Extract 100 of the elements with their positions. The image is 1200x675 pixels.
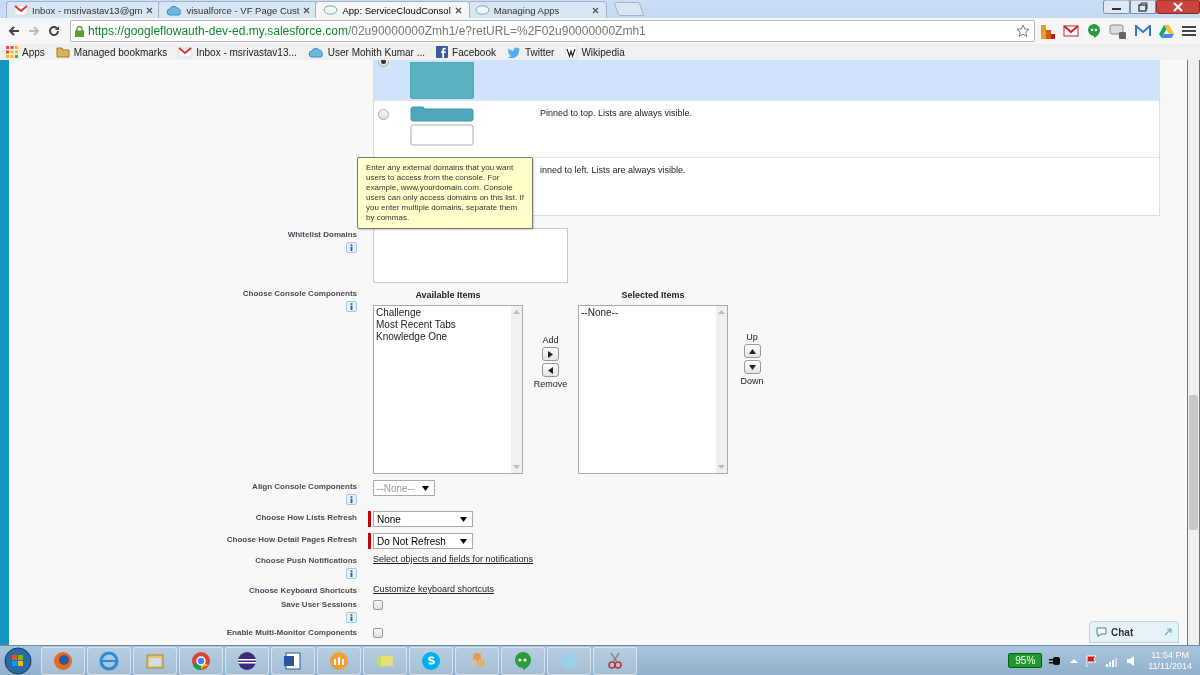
reload-icon[interactable] (48, 25, 60, 37)
chat-bubble-icon (1096, 627, 1107, 637)
field-label: Choose How Lists Refresh (255, 513, 357, 522)
down-triangle-icon (748, 364, 756, 370)
document-icon (282, 649, 304, 672)
eclipse-icon (236, 649, 258, 672)
available-items-list[interactable]: Challenge Most Recent Tabs Knowledge One (373, 305, 523, 474)
list-option[interactable]: Most Recent Tabs (376, 319, 509, 331)
left-triangle-icon (548, 366, 553, 374)
expand-arrow-icon[interactable] (1164, 628, 1172, 636)
flag-icon[interactable] (1085, 653, 1100, 668)
move-up-button[interactable] (743, 344, 761, 358)
info-icon[interactable] (346, 612, 357, 623)
device-icon[interactable] (1109, 23, 1127, 39)
add-arrow-button[interactable] (542, 347, 559, 361)
field-label: Choose Console Components (242, 289, 357, 298)
right-triangle-icon (548, 350, 553, 358)
field-label: Choose Push Notifications (255, 556, 357, 565)
triangle-icon[interactable] (1159, 24, 1174, 38)
field-label: Align Console Components (252, 482, 357, 491)
up-triangle-icon (748, 348, 756, 354)
start-button[interactable] (4, 646, 32, 675)
bookmark-link[interactable]: Inbox - msrivastav13... (178, 46, 297, 58)
cloud-icon (166, 4, 183, 16)
speech-bubble-icon (323, 4, 339, 16)
settings-link[interactable]: Customize keyboard shortcuts (373, 584, 495, 594)
settings-link[interactable]: Select objects and fields for notifications (373, 554, 534, 564)
cloud-icon (307, 46, 324, 58)
close-icon[interactable] (1156, 0, 1200, 14)
caret-icon (460, 516, 467, 522)
tray-arrow-icon[interactable] (1070, 657, 1079, 664)
field-label: Whitelist Domains (287, 230, 357, 239)
speech-bubble-icon[interactable] (1087, 23, 1101, 39)
bookmark-link[interactable]: Wikipedia (565, 46, 625, 58)
close-icon[interactable] (303, 6, 311, 14)
bookmark-link[interactable]: Managed bookmarks (55, 46, 168, 58)
browser-tab[interactable]: App: ServiceCloudConsol (315, 1, 470, 18)
selected-items-list[interactable]: --None-- (578, 305, 728, 474)
skype-icon (420, 649, 442, 672)
chat-widget[interactable]: Chat (1089, 621, 1179, 643)
radio-button[interactable] (378, 109, 389, 120)
full-screen-layout-icon (410, 62, 474, 99)
option-description: Pinned to top. Lists are always visible. (539, 107, 694, 120)
option-description: inned to left. Lists are always visible. (539, 164, 687, 177)
bookmark-link[interactable]: Facebook (436, 46, 496, 58)
apps-grid-icon (6, 46, 18, 58)
firefox-icon (52, 649, 74, 672)
minimize-icon[interactable] (1103, 0, 1130, 14)
checkbox[interactable] (373, 628, 383, 638)
speech-bubble-icon (512, 649, 534, 672)
close-icon[interactable] (146, 6, 154, 14)
bar-chart-icon[interactable] (1041, 23, 1055, 39)
field-label: Choose How Detail Pages Refresh (226, 535, 357, 544)
remove-label: Remove (533, 379, 568, 389)
clock-time: 11:54 PM (1151, 649, 1190, 661)
bookmark-link[interactable]: Apps (6, 46, 45, 58)
mail-icon[interactable] (1135, 25, 1151, 37)
scrollbar[interactable] (1187, 60, 1200, 645)
star-icon[interactable] (1016, 24, 1030, 38)
dropdown[interactable]: Do Not Refresh (373, 533, 473, 549)
menu-icon[interactable] (1182, 25, 1196, 37)
move-down-button[interactable] (743, 360, 761, 374)
list-option[interactable]: Knowledge One (376, 331, 509, 343)
bird-icon (506, 46, 521, 58)
list-heading: Selected Items (621, 290, 685, 300)
field-label: Enable Multi-Monitor Components (226, 628, 357, 637)
checkbox[interactable] (373, 600, 383, 610)
layout-option-row[interactable]: Pinned to top. Lists are always visible. (374, 100, 1159, 157)
up-label: Up (746, 332, 758, 342)
bookmark-link[interactable]: User Mohith Kumar ... (307, 46, 426, 58)
remove-arrow-button[interactable] (542, 363, 559, 377)
info-icon[interactable] (346, 242, 357, 253)
padlock-icon (75, 25, 84, 37)
speech-bubble-icon (474, 4, 490, 16)
mail-icon[interactable] (1063, 25, 1079, 37)
field-label: Choose Keyboard Shortcuts (249, 586, 357, 595)
bar-chart-icon (328, 649, 350, 672)
list-option[interactable]: --None-- (581, 307, 714, 319)
help-tooltip: Enter any external domains that you want users to access from the console. For example, www.yourdomain.com. Console users can only access domains on this list. If you enter multiple domains, separate them by commas. (357, 157, 533, 229)
facebook-icon (436, 46, 449, 58)
pinned-top-layout-icon (410, 106, 474, 146)
folder-icon (55, 46, 70, 58)
info-icon[interactable] (346, 568, 357, 579)
close-icon[interactable] (454, 6, 462, 14)
clock-date: 11/11/2014 (1148, 660, 1192, 672)
address-bar[interactable]: https://googleflowauth-dev-ed.my.salesforce.com/02u90000000Zmh1/e?retURL=%2F02u90000000Zmh1 (70, 20, 1035, 42)
taskbar-button[interactable] (225, 646, 269, 675)
add-label: Add (542, 335, 559, 345)
close-icon[interactable] (591, 6, 599, 14)
caret-icon (422, 485, 430, 491)
mail-icon (178, 46, 193, 58)
bookmark-link[interactable]: Twitter (506, 46, 555, 58)
back-arrow-icon[interactable] (8, 25, 20, 37)
info-icon[interactable] (346, 301, 357, 312)
taskbar-button[interactable] (41, 646, 85, 675)
restore-icon[interactable] (1130, 0, 1156, 14)
dropdown[interactable]: None (373, 511, 473, 527)
battery-percentage[interactable]: 95% (1008, 653, 1043, 668)
taskbar-button[interactable] (271, 646, 315, 675)
list-option[interactable]: Challenge (376, 307, 509, 319)
